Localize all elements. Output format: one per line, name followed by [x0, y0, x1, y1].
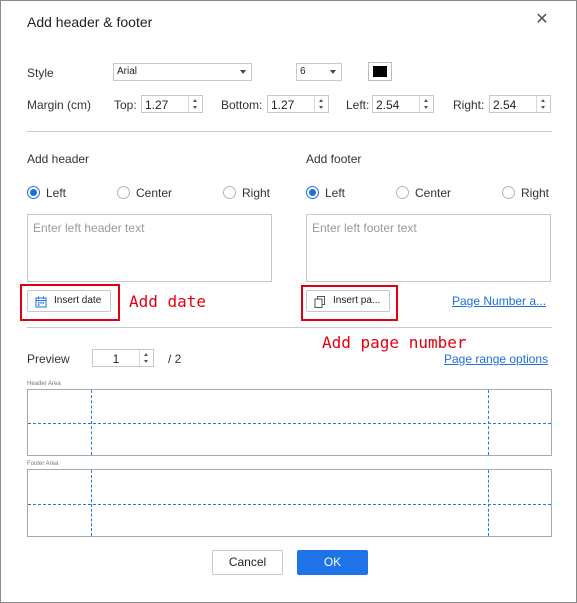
dialog-title: Add header & footer [27, 14, 153, 30]
header-area-label: Header Area [27, 381, 61, 387]
cancel-button[interactable]: Cancel [212, 550, 283, 575]
margin-top-value: 1.27 [145, 98, 169, 112]
divider [27, 327, 552, 328]
footer-preview-area [27, 469, 552, 537]
chevron-up-icon[interactable] [193, 99, 197, 102]
divider [27, 131, 552, 132]
margin-guide [488, 470, 489, 536]
footer-text-input[interactable]: Enter left footer text [306, 214, 551, 282]
header-text-input[interactable]: Enter left header text [27, 214, 272, 282]
chevron-down-icon [330, 70, 336, 74]
chevron-up-icon[interactable] [144, 353, 148, 356]
font-size-select[interactable]: 6 [296, 63, 342, 81]
font-size-value: 6 [300, 66, 306, 77]
font-color-picker[interactable] [368, 62, 392, 81]
footer-area-label: Footer Area [27, 461, 59, 467]
margin-guide [28, 423, 551, 424]
header-left-radio[interactable] [27, 186, 40, 199]
ok-button[interactable]: OK [297, 550, 368, 575]
calendar-icon [35, 296, 47, 308]
header-center-radio[interactable] [117, 186, 130, 199]
font-value: Arial [117, 66, 138, 77]
insert-date-label: Insert date [54, 295, 102, 306]
margin-guide [91, 470, 92, 536]
annotation-add-page-number: Add page number [322, 333, 467, 352]
page-number-link[interactable]: Page Number a... [452, 294, 546, 308]
margin-right-label: Right: [453, 98, 485, 112]
chevron-down-icon[interactable] [193, 106, 197, 109]
insert-page-number-label: Insert pa... [333, 295, 381, 306]
margin-top-label: Top: [114, 98, 137, 112]
chevron-down-icon [240, 70, 246, 74]
margin-left-value: 2.54 [376, 98, 400, 112]
header-center-label[interactable]: Center [136, 186, 172, 200]
preview-label: Preview [27, 352, 70, 366]
footer-left-radio[interactable] [306, 186, 319, 199]
chevron-down-icon[interactable] [319, 106, 323, 109]
chevron-up-icon[interactable] [424, 99, 428, 102]
header-section-title: Add header [27, 152, 90, 166]
preview-page-value: 1 [112, 352, 120, 366]
margin-left-stepper[interactable]: 2.54 [372, 95, 434, 113]
header-right-label[interactable]: Right [242, 186, 270, 200]
style-label: Style [27, 66, 54, 80]
copy-pages-icon [314, 296, 325, 308]
header-left-label[interactable]: Left [46, 186, 66, 200]
margin-guide [28, 504, 551, 505]
margin-bottom-value: 1.27 [271, 98, 295, 112]
margin-bottom-label: Bottom: [221, 98, 263, 112]
footer-center-radio[interactable] [396, 186, 409, 199]
chevron-down-icon[interactable] [541, 106, 545, 109]
annotation-add-date: Add date [129, 292, 207, 311]
add-header-footer-dialog: Add header & footer ✕ Style Arial 6 Marg… [0, 0, 577, 603]
close-icon[interactable]: ✕ [534, 12, 550, 28]
preview-total-pages: / 2 [168, 352, 182, 366]
margin-bottom-stepper[interactable]: 1.27 [267, 95, 329, 113]
footer-left-label[interactable]: Left [325, 186, 345, 200]
footer-section-title: Add footer [306, 152, 362, 166]
header-preview-area [27, 389, 552, 456]
chevron-down-icon[interactable] [424, 106, 428, 109]
insert-date-button[interactable]: Insert date [27, 290, 111, 312]
margin-left-label: Left: [346, 98, 370, 112]
footer-right-radio[interactable] [502, 186, 515, 199]
margin-right-stepper[interactable]: 2.54 [489, 95, 551, 113]
chevron-up-icon[interactable] [319, 99, 323, 102]
preview-page-stepper[interactable]: 1 [92, 349, 154, 367]
insert-page-number-button[interactable]: Insert pa... [306, 290, 390, 312]
margin-label: Margin (cm) [27, 98, 92, 112]
margin-right-value: 2.54 [493, 98, 517, 112]
footer-center-label[interactable]: Center [415, 186, 451, 200]
font-select[interactable]: Arial [113, 63, 252, 81]
chevron-up-icon[interactable] [541, 99, 545, 102]
color-swatch [373, 66, 387, 77]
header-right-radio[interactable] [223, 186, 236, 199]
footer-right-label[interactable]: Right [521, 186, 549, 200]
chevron-down-icon[interactable] [144, 360, 148, 363]
page-range-options-link[interactable]: Page range options [444, 352, 548, 366]
margin-top-stepper[interactable]: 1.27 [141, 95, 203, 113]
